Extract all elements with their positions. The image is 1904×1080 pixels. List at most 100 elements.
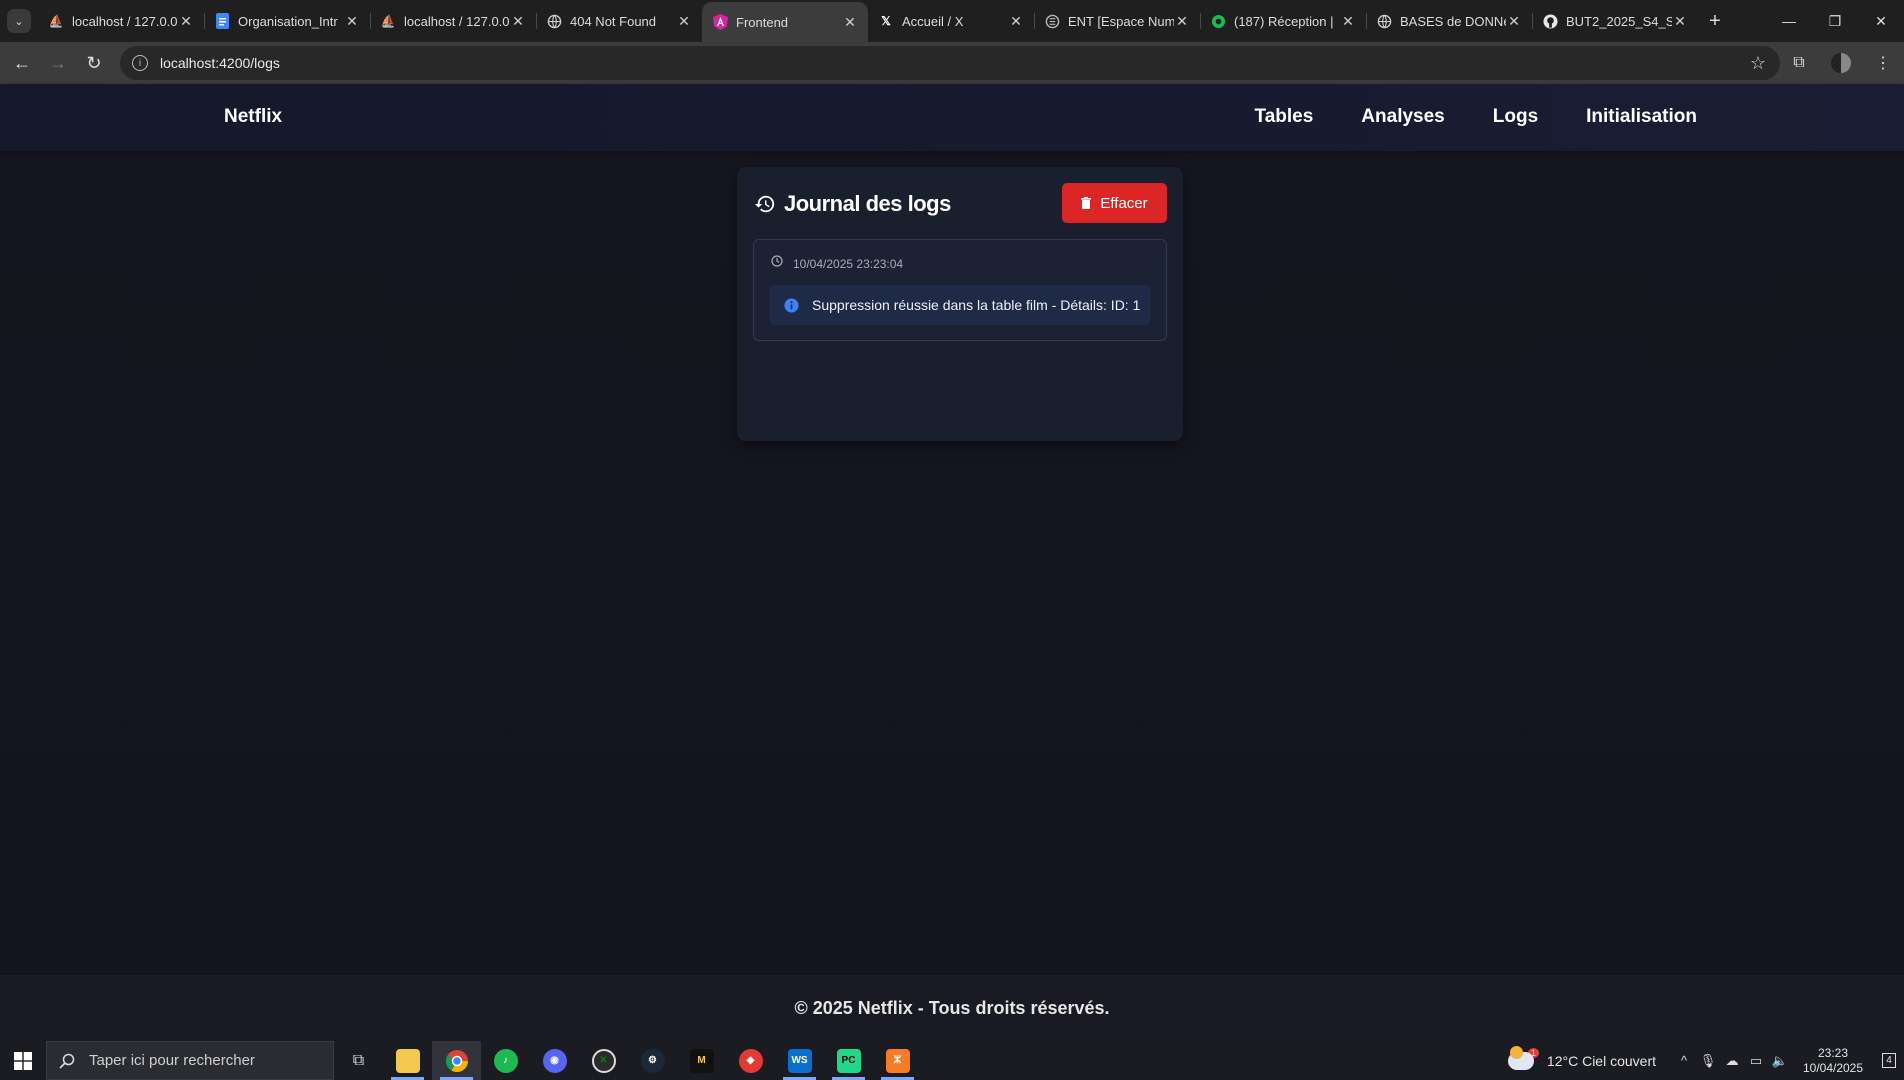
log-entry: 10/04/2025 23:23:04 Suppression réussie … (753, 239, 1167, 341)
google-docs-icon (214, 13, 230, 29)
task-view-icon[interactable]: ⧉ (334, 1041, 383, 1080)
clear-logs-button[interactable]: Effacer (1062, 183, 1167, 223)
browser-tab[interactable]: Organisation_Intr ✕ (204, 0, 370, 42)
info-circle-icon (784, 297, 799, 313)
log-message: Suppression réussie dans la table film -… (770, 285, 1150, 325)
chevron-down-icon: ⌄ (7, 9, 31, 33)
browser-toolbar: ← → ↻ i localhost:4200/logs ☆ ⧉ ⋮ (0, 42, 1904, 84)
close-icon[interactable]: ✕ (1672, 13, 1688, 29)
tab-title: (187) Réception | (1234, 13, 1334, 29)
tab-search-button[interactable]: ⌄ (0, 0, 38, 42)
windows-logo-icon (14, 1051, 32, 1070)
volume-icon[interactable]: 🔈 (1768, 1053, 1792, 1069)
page-footer: © 2025 Netflix - Tous droits réservés. (0, 975, 1904, 1041)
nav-link-initialisation[interactable]: Initialisation (1586, 106, 1697, 128)
taskbar-clock[interactable]: 23:23 10/04/2025 (1792, 1046, 1874, 1076)
browser-tab[interactable]: ENT [Espace Num ✕ (1034, 0, 1200, 42)
game-launcher-icon[interactable]: M (677, 1041, 726, 1080)
browser-tab[interactable]: BUT2_2025_S4_SA ✕ (1532, 0, 1698, 42)
steam-icon[interactable]: ⚙ (628, 1041, 677, 1080)
browser-tab-active[interactable]: Frontend ✕ (702, 2, 868, 42)
phpmyadmin-icon: ⛵ (48, 14, 64, 28)
close-icon[interactable]: ✕ (1506, 13, 1522, 29)
window-controls: — ❐ ✕ (1766, 0, 1904, 42)
globe-icon (1376, 13, 1392, 29)
browser-tab-bar: ⌄ ⛵ localhost / 127.0.0 ✕ Organisation_I… (0, 0, 1904, 42)
close-icon[interactable]: ✕ (1174, 13, 1190, 29)
network-icon[interactable]: ▭ (1744, 1053, 1768, 1069)
close-window-icon[interactable]: ✕ (1858, 0, 1904, 42)
log-timestamp-text: 10/04/2025 23:23:04 (793, 257, 904, 271)
xampp-icon[interactable]: ⵣ (873, 1041, 922, 1080)
onedrive-icon[interactable]: ☁ (1720, 1053, 1744, 1069)
browser-tab[interactable]: (187) Réception | ✕ (1200, 0, 1366, 42)
pycharm-icon[interactable]: PC (824, 1041, 873, 1080)
nav-link-logs[interactable]: Logs (1493, 106, 1538, 128)
weather-widget[interactable]: 1 12°C Ciel couvert (1507, 1045, 1656, 1070)
clock-date: 10/04/2025 (1802, 1060, 1864, 1075)
browser-tab[interactable]: BASES de DONNé ✕ (1366, 0, 1532, 42)
menu-kebab-icon[interactable]: ⋮ (1862, 53, 1904, 73)
tab-title: Organisation_Intr (238, 13, 338, 29)
tab-title: localhost / 127.0.0 (404, 13, 510, 29)
tab-title: localhost / 127.0.0 (72, 13, 178, 29)
browser-tab[interactable]: 𝕏 Accueil / X ✕ (868, 0, 1034, 42)
close-icon[interactable]: ✕ (842, 14, 858, 30)
search-icon (59, 1053, 75, 1069)
top-navbar: Netflix Tables Analyses Logs Initialisat… (0, 84, 1904, 151)
xbox-icon[interactable]: ✕ (579, 1041, 628, 1080)
close-icon[interactable]: ✕ (676, 13, 692, 29)
spotify-icon[interactable]: ♪ (481, 1041, 530, 1080)
discord-icon[interactable]: ◉ (530, 1041, 579, 1080)
close-icon[interactable]: ✕ (344, 13, 360, 29)
clock-icon (771, 255, 783, 267)
restore-icon[interactable]: ❐ (1812, 0, 1858, 42)
close-icon[interactable]: ✕ (178, 13, 194, 29)
bookmark-star-icon[interactable]: ☆ (1750, 53, 1766, 74)
github-icon (1542, 13, 1558, 29)
profile-avatar[interactable] (1820, 53, 1862, 73)
logs-title: Journal des logs (754, 191, 951, 217)
nav-links: Tables Analyses Logs Initialisation (1255, 106, 1697, 128)
notification-center-icon[interactable]: 4 (1874, 1053, 1904, 1068)
close-icon[interactable]: ✕ (510, 13, 526, 29)
tab-title: Accueil / X (902, 13, 964, 29)
close-icon[interactable]: ✕ (1340, 13, 1356, 29)
browser-tab[interactable]: ⛵ localhost / 127.0.0 ✕ (370, 0, 536, 42)
notification-count: 4 (1882, 1053, 1896, 1068)
chrome-icon[interactable] (432, 1041, 481, 1080)
site-info-icon[interactable]: i (132, 55, 148, 71)
url-text: localhost:4200/logs (160, 55, 280, 71)
mysql-workbench-icon[interactable]: ◆ (726, 1041, 775, 1080)
brand-logo[interactable]: Netflix (224, 106, 282, 128)
x-logo-icon: 𝕏 (881, 14, 891, 28)
browser-tab[interactable]: 404 Not Found ✕ (536, 0, 702, 42)
nav-link-tables[interactable]: Tables (1255, 106, 1314, 128)
new-tab-button[interactable]: + (1698, 0, 1732, 42)
mail-icon (1210, 13, 1226, 29)
minimize-icon[interactable]: — (1766, 0, 1812, 42)
log-timestamp: 10/04/2025 23:23:04 (771, 255, 904, 271)
file-explorer-icon[interactable] (383, 1041, 432, 1080)
nav-link-analyses[interactable]: Analyses (1361, 106, 1444, 128)
close-icon[interactable]: ✕ (1008, 13, 1024, 29)
forward-arrow-icon[interactable]: → (40, 45, 76, 81)
back-arrow-icon[interactable]: ← (4, 45, 40, 81)
trash-icon (1081, 197, 1092, 209)
taskbar-search[interactable]: Taper ici pour rechercher (46, 1041, 334, 1080)
clear-logs-label: Effacer (1100, 194, 1148, 212)
address-bar[interactable]: i localhost:4200/logs ☆ (120, 46, 1780, 80)
windows-start-button[interactable] (0, 1041, 46, 1080)
cloudy-weather-icon (1507, 1045, 1534, 1070)
chevron-up-icon[interactable]: ^ (1672, 1053, 1696, 1068)
logs-card: Journal des logs Effacer 10/04/2025 23:2… (737, 167, 1183, 441)
browser-tab[interactable]: ⛵ localhost / 127.0.0 ✕ (38, 0, 204, 42)
clock-time: 23:23 (1817, 1045, 1849, 1060)
reload-icon[interactable]: ↻ (76, 45, 112, 81)
weather-text: 12°C Ciel couvert (1546, 1052, 1656, 1069)
extensions-icon[interactable]: ⧉ (1778, 54, 1820, 72)
microphone-icon[interactable]: 🎙 (1696, 1053, 1720, 1069)
web-page: Netflix Tables Analyses Logs Initialisat… (0, 84, 1904, 1041)
webstorm-icon[interactable]: WS (775, 1041, 824, 1080)
globe-icon (546, 13, 562, 29)
